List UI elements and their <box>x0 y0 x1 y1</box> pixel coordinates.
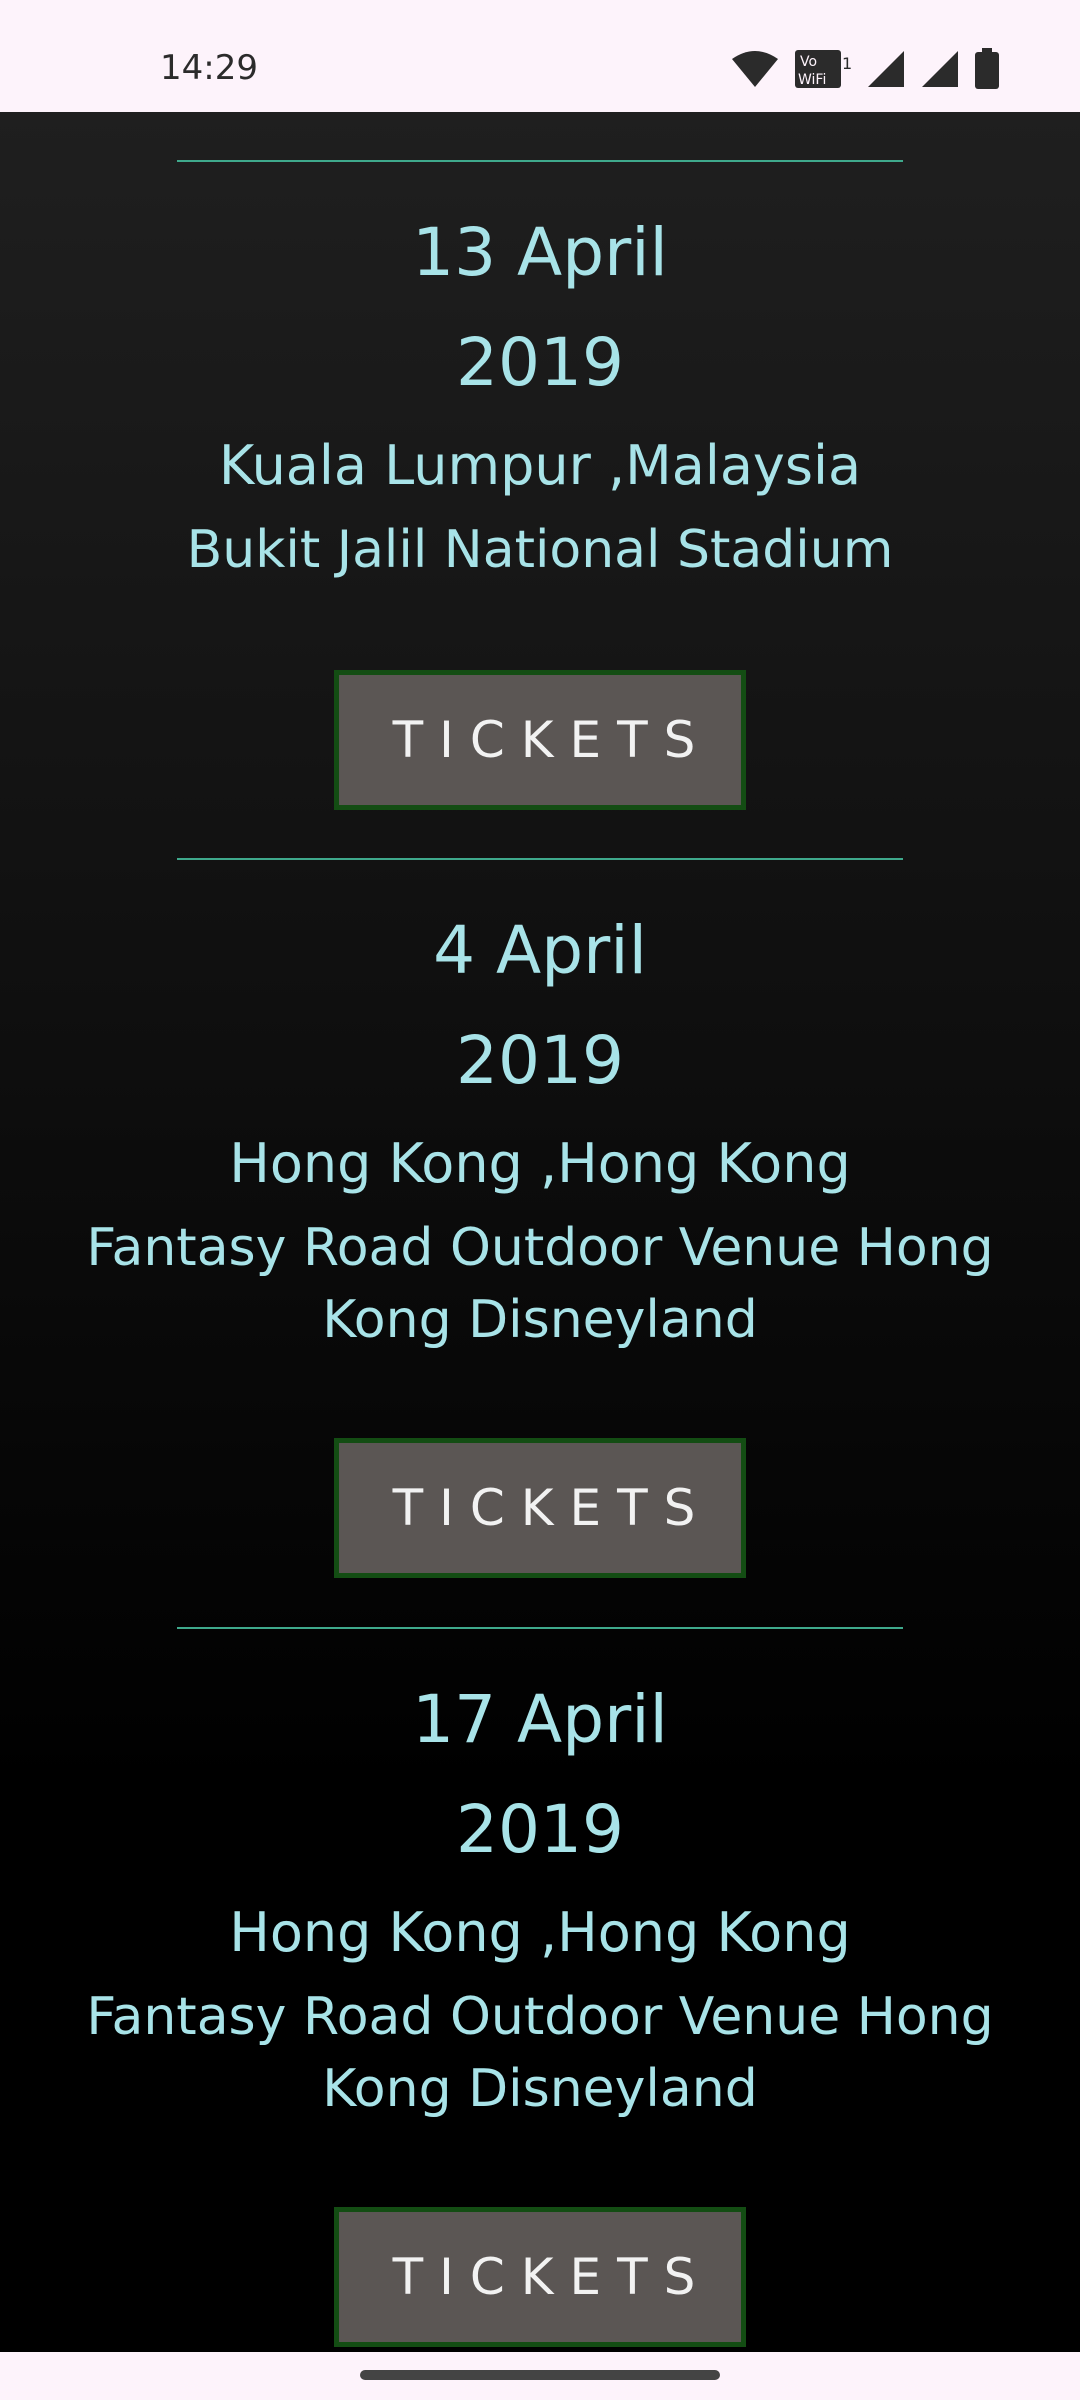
event-item: 17 April 2019 Hong Kong ,Hong Kong Fanta… <box>0 1665 1080 2125</box>
status-icons: Vo WiFi 1 <box>730 48 1000 90</box>
event-date: 4 April <box>433 912 647 989</box>
svg-text:WiFi: WiFi <box>798 72 826 88</box>
divider <box>177 160 903 162</box>
home-gesture-handle[interactable] <box>360 2370 720 2380</box>
divider <box>177 1627 903 1629</box>
tickets-button[interactable]: TICKETS <box>334 2207 746 2347</box>
events-list[interactable]: 13 April 2019 Kuala Lumpur ,Malaysia Buk… <box>0 112 1080 2352</box>
vowifi-icon: Vo WiFi 1 <box>794 49 852 89</box>
event-location: Hong Kong ,Hong Kong <box>229 1901 851 1964</box>
divider <box>177 858 903 860</box>
tickets-button[interactable]: TICKETS <box>334 670 746 810</box>
svg-text:Vo: Vo <box>800 54 817 70</box>
event-venue: Fantasy Road Outdoor Venue Hong Kong Dis… <box>86 1987 994 2119</box>
event-year: 2019 <box>456 1022 624 1099</box>
svg-text:1: 1 <box>842 54 852 73</box>
event-year: 2019 <box>456 324 624 401</box>
battery-icon <box>974 48 1000 90</box>
event-location: Kuala Lumpur ,Malaysia <box>218 434 862 497</box>
event-date: 17 April <box>412 1681 668 1758</box>
event-location: Hong Kong ,Hong Kong <box>229 1132 851 1195</box>
signal-icon <box>920 49 960 89</box>
event-item: 4 April 2019 Hong Kong ,Hong Kong Fantas… <box>0 896 1080 1356</box>
signal-icon <box>866 49 906 89</box>
wifi-icon <box>730 49 780 89</box>
navigation-bar <box>0 2352 1080 2400</box>
status-time: 14:29 <box>160 48 258 88</box>
event-date: 13 April <box>412 214 668 291</box>
event-venue: Fantasy Road Outdoor Venue Hong Kong Dis… <box>86 1218 994 1350</box>
tickets-button[interactable]: TICKETS <box>334 1438 746 1578</box>
status-bar: 14:29 Vo WiFi 1 <box>0 0 1080 112</box>
event-venue: Bukit Jalil National Stadium <box>186 520 894 580</box>
event-item: 13 April 2019 Kuala Lumpur ,Malaysia Buk… <box>0 198 1080 586</box>
event-year: 2019 <box>456 1791 624 1868</box>
